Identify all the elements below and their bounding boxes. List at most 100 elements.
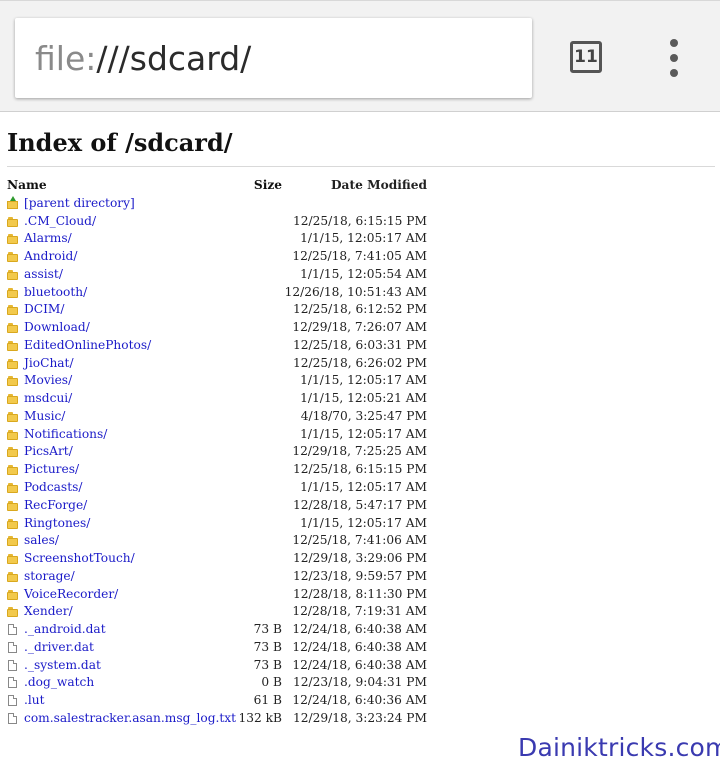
folder-link[interactable]: sales/ (24, 532, 59, 550)
folder-icon (7, 269, 18, 280)
file-row: ._driver.dat 73 B 12/24/18, 6:40:38 AM (7, 639, 427, 657)
folder-link[interactable]: DCIM/ (24, 301, 65, 319)
tab-count: 11 (574, 47, 598, 67)
folder-row: .CM_Cloud/12/25/18, 6:15:15 PM (7, 213, 427, 231)
folder-link[interactable]: msdcui/ (24, 390, 72, 408)
entry-size: 73 B (253, 639, 282, 654)
entry-date: 12/24/18, 6:40:36 AM (292, 693, 427, 708)
folder-row: JioChat/12/25/18, 6:26:02 PM (7, 355, 427, 373)
folder-row: Movies/1/1/15, 12:05:17 AM (7, 372, 427, 390)
entry-date: 1/1/15, 12:05:17 AM (300, 515, 427, 530)
file-link[interactable]: ._android.dat (24, 621, 106, 639)
entry-date: 1/1/15, 12:05:17 AM (300, 426, 427, 441)
file-link[interactable]: ._system.dat (24, 657, 101, 675)
folder-row: Ringtones/1/1/15, 12:05:17 AM (7, 515, 427, 533)
folder-row: Android/12/25/18, 7:41:05 AM (7, 248, 427, 266)
folder-link[interactable]: Xender/ (24, 603, 73, 621)
folder-link[interactable]: RecForge/ (24, 497, 87, 515)
folder-row: EditedOnlinePhotos/12/25/18, 6:03:31 PM (7, 337, 427, 355)
file-row: ._system.dat 73 B 12/24/18, 6:40:38 AM (7, 657, 427, 675)
entry-date: 12/29/18, 3:29:06 PM (292, 551, 427, 566)
folder-link[interactable]: Pictures/ (24, 461, 79, 479)
folder-link[interactable]: Notifications/ (24, 426, 107, 444)
folder-row: Xender/12/28/18, 7:19:31 AM (7, 603, 427, 621)
entry-date: 1/1/15, 12:05:54 AM (300, 266, 427, 281)
divider (7, 166, 715, 167)
folder-icon (7, 500, 18, 511)
folder-link[interactable]: Movies/ (24, 372, 72, 390)
entry-size: 61 B (253, 693, 282, 708)
folder-link[interactable]: Podcasts/ (24, 479, 82, 497)
entry-date: 12/29/18, 7:26:07 AM (292, 320, 427, 335)
folder-link[interactable]: EditedOnlinePhotos/ (24, 337, 151, 355)
folder-link[interactable]: .CM_Cloud/ (24, 213, 96, 231)
folder-link[interactable]: assist/ (24, 266, 63, 284)
file-link[interactable]: com.salestracker.asan.msg_log.txt (24, 710, 236, 728)
folder-link[interactable]: JioChat/ (24, 355, 74, 373)
file-row: .lut 61 B 12/24/18, 6:40:36 AM (7, 692, 427, 710)
folder-link[interactable]: storage/ (24, 568, 75, 586)
folder-row: Music/4/18/70, 3:25:47 PM (7, 408, 427, 426)
folder-row: Download/12/29/18, 7:26:07 AM (7, 319, 427, 337)
folder-icon (7, 607, 18, 618)
file-icon (8, 677, 17, 689)
entry-date: 12/24/18, 6:40:38 AM (292, 657, 427, 672)
entry-date: 12/25/18, 6:15:15 PM (292, 462, 427, 477)
entry-date: 12/25/18, 7:41:06 AM (292, 533, 427, 548)
folder-link[interactable]: Music/ (24, 408, 65, 426)
file-link[interactable]: .lut (24, 692, 45, 710)
column-header-date[interactable]: Date Modified (331, 177, 427, 195)
entry-date: 12/25/18, 7:41:05 AM (292, 249, 427, 264)
folder-link[interactable]: PicsArt/ (24, 443, 73, 461)
parent-directory-row: [parent directory] (7, 195, 427, 213)
folder-row: bluetooth/12/26/18, 10:51:43 AM (7, 284, 427, 302)
folder-row: Notifications/1/1/15, 12:05:17 AM (7, 426, 427, 444)
entry-size: 0 B (261, 675, 282, 690)
file-icon (8, 624, 17, 636)
entry-size: 73 B (253, 622, 282, 637)
entry-date: 12/28/18, 7:19:31 AM (292, 604, 427, 619)
folder-link[interactable]: Download/ (24, 319, 90, 337)
entry-date: 12/25/18, 6:12:52 PM (292, 302, 427, 317)
folder-icon (7, 447, 18, 458)
folder-link[interactable]: bluetooth/ (24, 284, 87, 302)
folder-icon (7, 252, 18, 263)
folder-icon (7, 287, 18, 298)
file-icon (8, 641, 17, 653)
address-bar[interactable]: file:///sdcard/ (15, 18, 532, 98)
folder-row: assist/1/1/15, 12:05:54 AM (7, 266, 427, 284)
url-scheme: file: (35, 38, 97, 78)
folder-link[interactable]: Android/ (24, 248, 77, 266)
entry-date: 1/1/15, 12:05:21 AM (300, 391, 427, 406)
folder-icon (7, 305, 18, 316)
entry-date: 12/24/18, 6:40:38 AM (292, 622, 427, 637)
folder-row: sales/12/25/18, 7:41:06 AM (7, 532, 427, 550)
folder-link[interactable]: VoiceRecorder/ (24, 586, 118, 604)
browser-toolbar: file:///sdcard/ 11 (0, 0, 720, 112)
entry-date: 1/1/15, 12:05:17 AM (300, 373, 427, 388)
directory-listing: Name Size Date Modified [parent director… (7, 177, 427, 728)
page-title: Index of /sdcard/ (7, 128, 233, 157)
entry-date: 12/28/18, 5:47:17 PM (292, 497, 427, 512)
folder-link[interactable]: ScreenshotTouch/ (24, 550, 135, 568)
tab-switcher-button[interactable]: 11 (570, 41, 602, 73)
folder-icon (7, 465, 18, 476)
folder-icon (7, 216, 18, 227)
folder-row: RecForge/12/28/18, 5:47:17 PM (7, 497, 427, 515)
file-icon (8, 712, 17, 724)
file-link[interactable]: .dog_watch (24, 674, 94, 692)
column-header-size[interactable]: Size (254, 177, 282, 195)
column-header-name[interactable]: Name (7, 177, 47, 195)
entry-date: 12/28/18, 8:11:30 PM (292, 586, 427, 601)
listing-header: Name Size Date Modified (7, 177, 427, 195)
folder-icon (7, 234, 18, 245)
folder-row: DCIM/12/25/18, 6:12:52 PM (7, 301, 427, 319)
folder-link[interactable]: Ringtones/ (24, 515, 90, 533)
folder-icon (7, 411, 18, 422)
folder-icon (7, 429, 18, 440)
url-path: ///sdcard/ (96, 38, 252, 78)
parent-directory-link[interactable]: [parent directory] (24, 195, 135, 213)
folder-link[interactable]: Alarms/ (24, 230, 72, 248)
file-link[interactable]: ._driver.dat (24, 639, 94, 657)
overflow-menu-icon[interactable] (664, 39, 684, 77)
